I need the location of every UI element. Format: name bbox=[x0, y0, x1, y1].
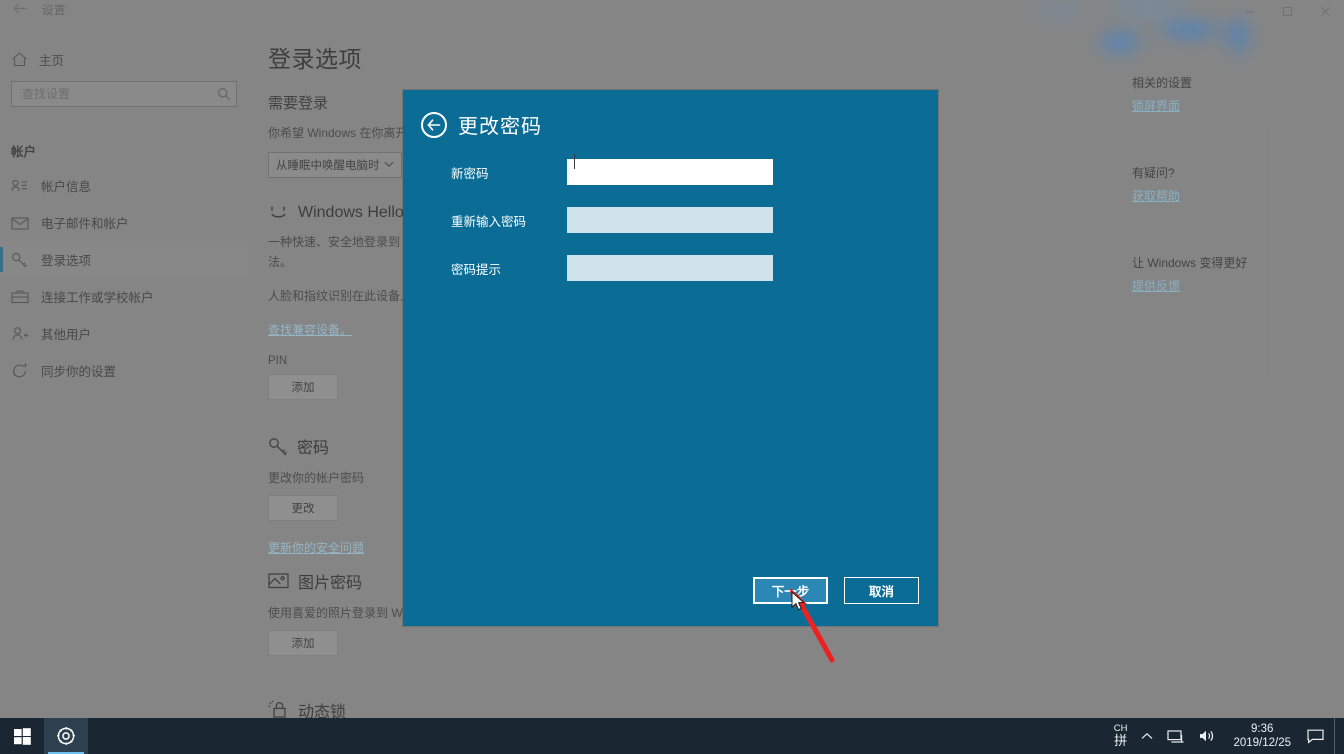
clock-time: 9:36 bbox=[1251, 722, 1274, 735]
gear-icon bbox=[56, 726, 76, 746]
back-circle-icon[interactable] bbox=[421, 111, 447, 138]
retype-password-input[interactable] bbox=[567, 207, 773, 233]
ime-indicator[interactable]: CH 拼 bbox=[1107, 718, 1135, 754]
clock[interactable]: 9:36 2019/12/25 bbox=[1223, 718, 1301, 754]
volume-icon[interactable] bbox=[1192, 718, 1223, 754]
system-tray: CH 拼 9:36 2019/12/25 bbox=[1107, 718, 1344, 754]
password-hint-row: 密码提示 bbox=[403, 255, 938, 281]
new-password-input[interactable] bbox=[567, 159, 773, 185]
retype-password-label: 重新输入密码 bbox=[451, 214, 527, 229]
windows-start-icon[interactable] bbox=[0, 718, 44, 754]
dialog-title: 更改密码 bbox=[458, 116, 542, 138]
taskbar-app-settings[interactable] bbox=[44, 718, 88, 754]
clock-date: 2019/12/25 bbox=[1233, 737, 1291, 749]
chevron-up-icon[interactable] bbox=[1134, 718, 1160, 754]
change-password-dialog: 更改密码 新密码 重新输入密码 密码提示 下一步 取消 bbox=[403, 90, 938, 626]
text-caret bbox=[574, 154, 575, 169]
next-button[interactable]: 下一步 bbox=[753, 577, 828, 604]
password-hint-label: 密码提示 bbox=[451, 262, 502, 277]
dialog-fields: 新密码 重新输入密码 密码提示 bbox=[403, 159, 938, 281]
network-icon[interactable] bbox=[1160, 718, 1192, 754]
password-hint-input[interactable] bbox=[567, 255, 773, 281]
action-center-icon[interactable] bbox=[1301, 718, 1334, 754]
retype-password-row: 重新输入密码 bbox=[403, 207, 938, 233]
dialog-header: 更改密码 bbox=[403, 90, 938, 139]
show-desktop-button[interactable] bbox=[1334, 718, 1340, 754]
screen: 设置 主页 查找设置 帐户 帐户信息 电子邮件和帐户 登录选项 连接工作或学校帐… bbox=[0, 0, 1344, 754]
new-password-label: 新密码 bbox=[451, 166, 489, 181]
new-password-row: 新密码 bbox=[403, 159, 938, 185]
dialog-actions: 下一步 取消 bbox=[403, 577, 938, 604]
ime-method-label: 拼 bbox=[1114, 733, 1128, 749]
cancel-button[interactable]: 取消 bbox=[844, 577, 919, 604]
taskbar: CH 拼 9:36 2019/12/25 bbox=[0, 718, 1344, 754]
